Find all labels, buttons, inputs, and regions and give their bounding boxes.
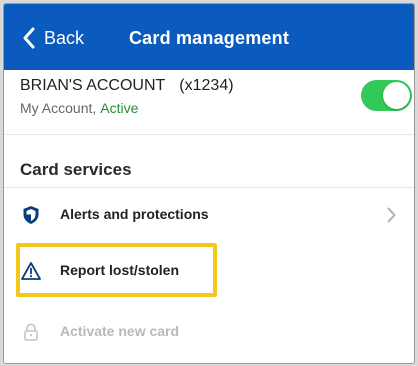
- account-summary: BRIAN'S ACCOUNT (x1234) My Account, Active: [4, 70, 414, 130]
- item-label: Report lost/stolen: [60, 262, 180, 278]
- shield-icon: [21, 205, 41, 225]
- card-on-off-toggle[interactable]: [361, 80, 412, 111]
- account-subline: My Account, Active: [20, 100, 138, 116]
- alerts-and-protections-item[interactable]: Alerts and protections: [4, 187, 414, 243]
- account-masked-number: (x1234): [179, 77, 234, 94]
- report-lost-stolen-item[interactable]: Report lost/stolen: [4, 243, 414, 299]
- chevron-right-icon: [387, 207, 396, 228]
- page-title: Card management: [128, 28, 290, 48]
- divider: [4, 134, 414, 135]
- activate-new-card-item: Activate new card: [4, 304, 414, 360]
- top-nav-bar: Back Card management: [4, 4, 414, 70]
- account-type: My Account,: [20, 100, 97, 116]
- app-screen: Back Card management BRIAN'S ACCOUNT (x12…: [3, 3, 415, 364]
- item-label: Activate new card: [60, 323, 180, 339]
- account-name: BRIAN'S ACCOUNT: [20, 77, 166, 94]
- warning-triangle-icon: [21, 261, 41, 281]
- toggle-knob: [383, 82, 410, 109]
- account-name-line: BRIAN'S ACCOUNT (x1234): [20, 77, 234, 95]
- item-label: Alerts and protections: [60, 206, 209, 222]
- account-status: Active: [100, 100, 139, 116]
- section-title-card-services: Card services: [20, 160, 132, 179]
- lock-icon: [21, 322, 41, 342]
